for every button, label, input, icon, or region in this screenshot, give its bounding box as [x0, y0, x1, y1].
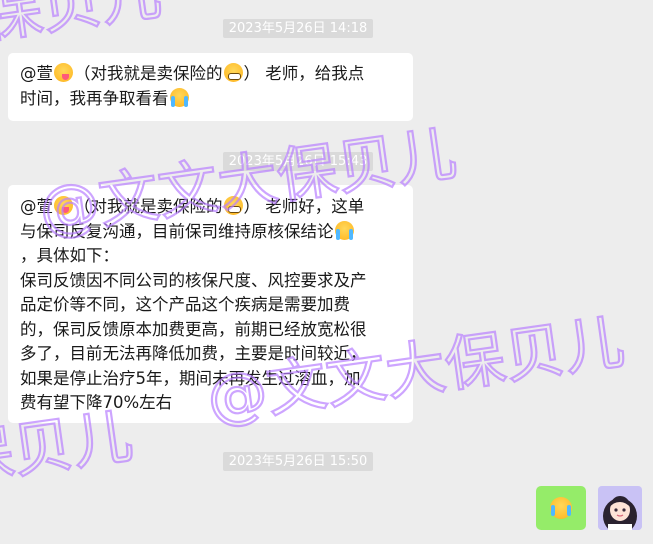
yum-face-icon — [54, 196, 73, 215]
message-line: 品定价等不同，这个产品这个疾病是需要加费 — [20, 295, 350, 314]
user-avatar[interactable] — [598, 486, 642, 530]
message-text: （对我就是卖保险的 — [74, 197, 223, 216]
incoming-message-bubble[interactable]: @萱 （对我就是卖保险的） 老师好，这单 与保司反复沟通，目前保司维持原核保结论 … — [8, 185, 413, 423]
grimace-face-icon — [223, 63, 243, 82]
grimace-face-icon — [223, 196, 243, 215]
avatar-illustration — [598, 486, 642, 530]
message-text: ） 老师，给我点 — [243, 64, 365, 83]
message-line: @萱 （对我就是卖保险的 ） 老师，给我点 — [20, 62, 402, 87]
message-text: 时间，我再争取看看 — [20, 88, 169, 108]
message-text: ） 老师好，这单 — [243, 197, 365, 216]
message-text: （对我就是卖保险的 — [74, 64, 223, 83]
message-line: ，具体如下： — [20, 246, 119, 265]
message-line: 保司反馈因不同公司的核保尺度、风控要求及产 — [20, 270, 367, 290]
yum-face-icon — [54, 63, 73, 82]
message-line: 费有望下降70%左右 — [20, 393, 173, 412]
message-line: @萱 （对我就是卖保险的 ） 老师好，这单 — [20, 195, 402, 220]
timestamp: 2023年5月26日 15:50 — [0, 450, 596, 471]
loudly-crying-face-icon — [169, 87, 189, 107]
message-line: 如果是停止治疗5年，期间未再发生过溶血，加 — [20, 368, 361, 388]
message-text: 与保司反复沟通，目前保司维持原核保结论 — [20, 221, 334, 241]
mention-text: @萱 — [20, 197, 53, 216]
timestamp-label: 2023年5月26日 15:43 — [222, 152, 374, 171]
message-line: 与保司反复沟通，目前保司维持原核保结论 — [20, 220, 402, 245]
message-line: 时间，我再争取看看 — [20, 87, 402, 112]
timestamp: 2023年5月26日 14:18 — [0, 17, 596, 38]
mention-text: @萱 — [20, 64, 53, 83]
loudly-crying-face-icon — [550, 497, 572, 519]
timestamp-label: 2023年5月26日 15:50 — [222, 452, 374, 471]
outgoing-sticker-message[interactable] — [536, 486, 586, 530]
message-line: 的，保司反馈原本加费更高，前期已经放宽松很 — [20, 319, 367, 339]
timestamp-label: 2023年5月26日 14:18 — [222, 19, 374, 38]
message-line: 多了，目前无法再降低加费，主要是时间较近， — [20, 344, 367, 363]
incoming-message-bubble[interactable]: @萱 （对我就是卖保险的 ） 老师，给我点 时间，我再争取看看 — [8, 53, 413, 121]
timestamp: 2023年5月26日 15:43 — [0, 150, 596, 171]
loudly-crying-face-icon — [334, 220, 354, 240]
